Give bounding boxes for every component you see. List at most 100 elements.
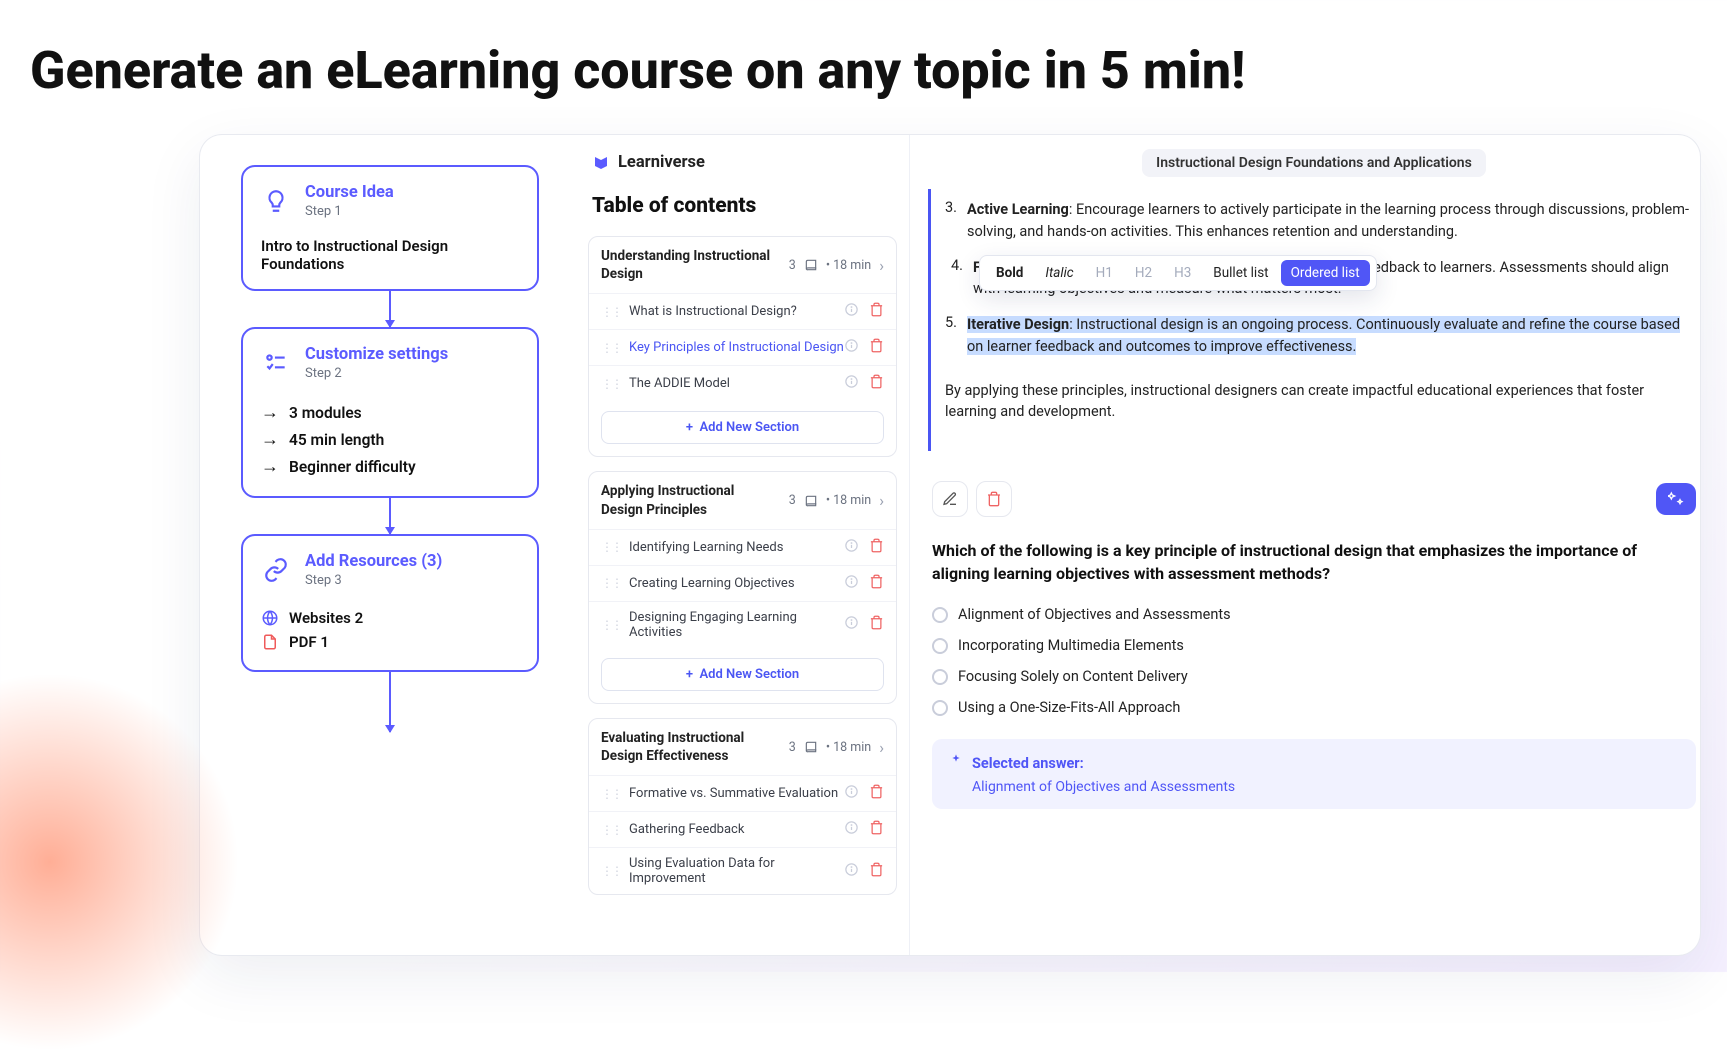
trash-icon[interactable] xyxy=(869,538,884,557)
flow-card-customize[interactable]: Customize settings Step 2 →3 modules →45… xyxy=(241,327,539,498)
trash-icon[interactable] xyxy=(869,784,884,803)
toolbar-h2[interactable]: H2 xyxy=(1125,260,1162,286)
toolbar-h1[interactable]: H1 xyxy=(1086,260,1123,286)
radio-icon[interactable] xyxy=(932,669,948,685)
drag-handle-icon[interactable]: ⋮⋮ xyxy=(601,618,621,632)
toc-section-row[interactable]: ⋮⋮ Using Evaluation Data for Improvement xyxy=(589,847,896,894)
flow-card-step: Step 2 xyxy=(305,366,448,381)
info-icon[interactable] xyxy=(844,820,859,839)
editor-column: Instructional Design Foundations and App… xyxy=(910,135,1700,955)
quiz-option[interactable]: Incorporating Multimedia Elements xyxy=(932,630,1696,661)
section-name: Creating Learning Objectives xyxy=(629,576,795,591)
module-header[interactable]: Applying Instructional Design Principles… xyxy=(589,472,896,528)
toolbar-italic[interactable]: Italic xyxy=(1035,260,1083,286)
quiz-panel: Which of the following is a key principl… xyxy=(928,481,1700,819)
drag-handle-icon[interactable]: ⋮⋮ xyxy=(601,540,621,554)
add-section-button[interactable]: + Add New Section xyxy=(601,658,884,691)
trash-icon[interactable] xyxy=(869,302,884,321)
toc-section-row[interactable]: ⋮⋮ Gathering Feedback xyxy=(589,811,896,847)
drag-handle-icon[interactable]: ⋮⋮ xyxy=(601,305,621,319)
flow-card-step: Step 3 xyxy=(305,573,442,588)
list-item: 3. Active Learning: Encourage learners t… xyxy=(945,199,1690,243)
trash-icon[interactable] xyxy=(869,338,884,357)
toc-section-row[interactable]: ⋮⋮ Creating Learning Objectives xyxy=(589,565,896,601)
toc-section-row[interactable]: ⋮⋮ Designing Engaging Learning Activitie… xyxy=(589,601,896,648)
drag-handle-icon[interactable]: ⋮⋮ xyxy=(601,377,621,391)
module-header[interactable]: Understanding Instructional Design 3• 18… xyxy=(589,237,896,293)
link-icon xyxy=(261,555,291,585)
toc-section-row[interactable]: ⋮⋮ The ADDIE Model xyxy=(589,365,896,401)
arrow-right-icon: → xyxy=(261,429,279,450)
trash-icon[interactable] xyxy=(869,862,884,881)
quiz-question: Which of the following is a key principl… xyxy=(932,539,1696,585)
trash-icon[interactable] xyxy=(869,374,884,393)
toc-module: Understanding Instructional Design 3• 18… xyxy=(588,236,897,457)
flow-card-course-idea[interactable]: Course Idea Step 1 Intro to Instructiona… xyxy=(241,165,539,291)
trash-icon[interactable] xyxy=(869,615,884,634)
flow-setting-line: →45 min length xyxy=(261,426,519,453)
toolbar-bold[interactable]: Bold xyxy=(986,260,1033,286)
section-name: Formative vs. Summative Evaluation xyxy=(629,786,838,801)
edit-button[interactable] xyxy=(932,481,968,517)
toc-section-row[interactable]: ⋮⋮ What is Instructional Design? xyxy=(589,293,896,329)
quiz-option[interactable]: Alignment of Objectives and Assessments xyxy=(932,599,1696,630)
info-icon[interactable] xyxy=(844,574,859,593)
toolbar-h3[interactable]: H3 xyxy=(1164,260,1201,286)
radio-icon[interactable] xyxy=(932,607,948,623)
toc-heading: Table of contents xyxy=(588,190,897,236)
quiz-option[interactable]: Using a One-Size-Fits-All Approach xyxy=(932,692,1696,723)
info-icon[interactable] xyxy=(844,862,859,881)
info-icon[interactable] xyxy=(844,374,859,393)
chevron-right-icon: › xyxy=(879,256,884,275)
ai-generate-button[interactable] xyxy=(1656,483,1696,515)
info-icon[interactable] xyxy=(844,338,859,357)
lightbulb-icon xyxy=(261,186,291,216)
module-meta: 3• 18 min › xyxy=(789,738,884,757)
hero-title: Generate an eLearning course on any topi… xyxy=(0,0,1727,101)
option-label: Incorporating Multimedia Elements xyxy=(958,637,1184,654)
toc-module: Evaluating Instructional Design Effectiv… xyxy=(588,718,897,895)
drag-handle-icon[interactable]: ⋮⋮ xyxy=(601,823,621,837)
drag-handle-icon[interactable]: ⋮⋮ xyxy=(601,576,621,590)
arrow-right-icon: → xyxy=(261,456,279,477)
section-name: Designing Engaging Learning Activities xyxy=(629,610,844,640)
delete-button[interactable] xyxy=(976,481,1012,517)
file-pdf-icon xyxy=(261,633,279,651)
app-window: Course Idea Step 1 Intro to Instructiona… xyxy=(200,135,1700,955)
toc-section-row[interactable]: ⋮⋮ Identifying Learning Needs xyxy=(589,529,896,565)
selected-answer-value: Alignment of Objectives and Assessments xyxy=(972,779,1680,795)
toc-section-row[interactable]: ⋮⋮ Formative vs. Summative Evaluation xyxy=(589,775,896,811)
radio-icon[interactable] xyxy=(932,638,948,654)
drag-handle-icon[interactable]: ⋮⋮ xyxy=(601,341,621,355)
resource-websites: Websites 2 xyxy=(261,606,519,630)
brand-logo-icon xyxy=(592,154,610,172)
flow-connector xyxy=(389,672,391,732)
flow-card-title: Customize settings xyxy=(305,345,448,364)
arrow-right-icon: → xyxy=(261,402,279,423)
closing-paragraph: By applying these principles, instructio… xyxy=(945,380,1690,424)
drag-handle-icon[interactable]: ⋮⋮ xyxy=(601,787,621,801)
flow-card-resources[interactable]: Add Resources (3) Step 3 Websites 2 PDF … xyxy=(241,534,539,672)
section-name: Identifying Learning Needs xyxy=(629,540,783,555)
selected-answer-box: Selected answer: Alignment of Objectives… xyxy=(932,739,1696,809)
toolbar-bullet-list[interactable]: Bullet list xyxy=(1203,260,1278,286)
info-icon[interactable] xyxy=(844,784,859,803)
info-icon[interactable] xyxy=(844,538,859,557)
module-title: Applying Instructional Design Principles xyxy=(601,482,771,518)
module-header[interactable]: Evaluating Instructional Design Effectiv… xyxy=(589,719,896,775)
trash-icon[interactable] xyxy=(869,820,884,839)
add-section-button[interactable]: + Add New Section xyxy=(601,411,884,444)
quiz-option[interactable]: Focusing Solely on Content Delivery xyxy=(932,661,1696,692)
info-icon[interactable] xyxy=(844,615,859,634)
info-icon[interactable] xyxy=(844,302,859,321)
toolbar-ordered-list[interactable]: Ordered list xyxy=(1281,260,1370,286)
flow-setting-line: →3 modules xyxy=(261,399,519,426)
drag-handle-icon[interactable]: ⋮⋮ xyxy=(601,864,621,878)
section-name: Gathering Feedback xyxy=(629,822,744,837)
content-editor[interactable]: 3. Active Learning: Encourage learners t… xyxy=(928,189,1700,451)
radio-icon[interactable] xyxy=(932,700,948,716)
globe-icon xyxy=(261,609,279,627)
trash-icon[interactable] xyxy=(869,574,884,593)
toc-section-row[interactable]: ⋮⋮ Key Principles of Instructional Desig… xyxy=(589,329,896,365)
flow-connector xyxy=(389,498,391,534)
